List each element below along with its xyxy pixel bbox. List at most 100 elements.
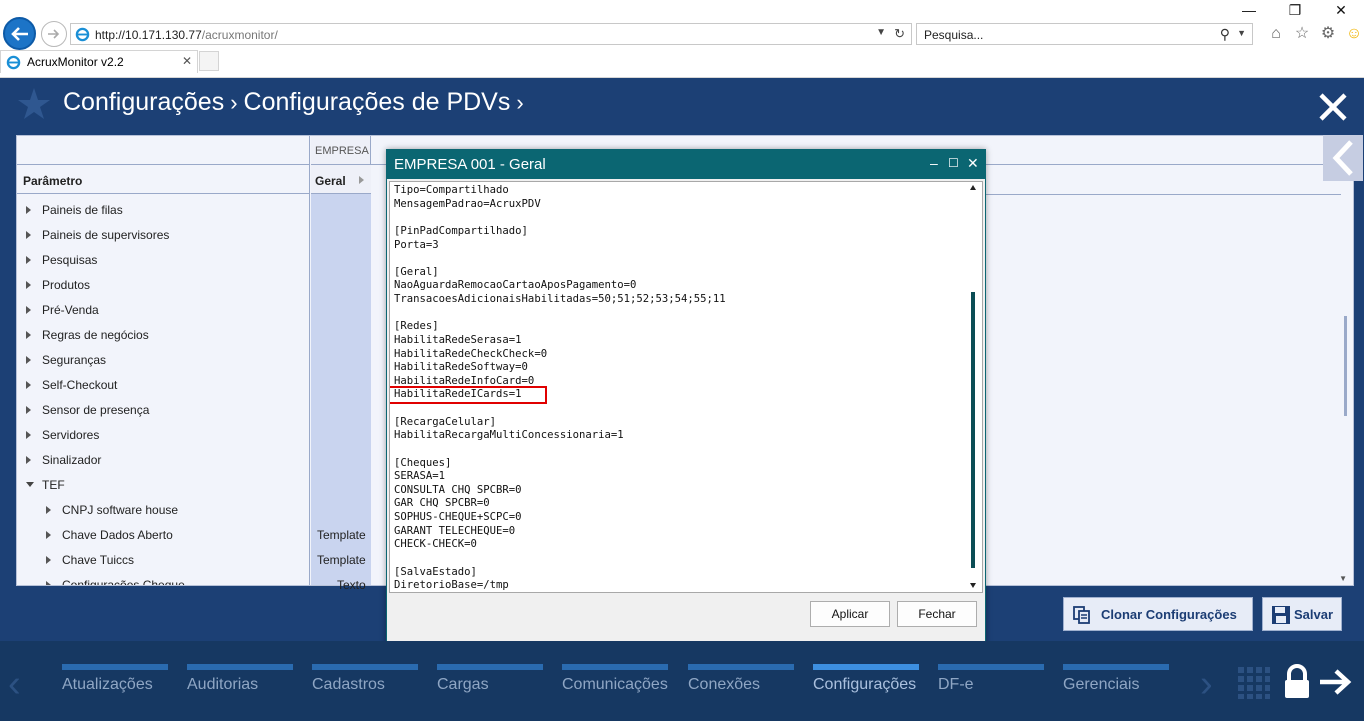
scroll-up-icon[interactable] [970, 185, 976, 190]
tree-item[interactable]: TEF [17, 473, 309, 498]
refresh-icon[interactable]: ↻ [894, 26, 905, 42]
tree-item[interactable]: Pré-Venda [17, 298, 309, 323]
tree-item[interactable]: Servidores [17, 423, 309, 448]
breadcrumb-item[interactable]: Configurações [63, 88, 224, 116]
address-bar[interactable]: http://10.171.130.77/acruxmonitor/ ▼ ↻ [70, 23, 912, 45]
forward-button[interactable] [41, 21, 67, 47]
nav-item[interactable]: Auditorias [187, 664, 293, 704]
nav-item[interactable]: DF-e [938, 664, 1044, 704]
search-icon[interactable]: ⚲ [1220, 26, 1230, 43]
tree-item-label: Chave Tuiccs [62, 553, 135, 567]
favorites-star-icon[interactable]: ☆ [1292, 24, 1312, 44]
nav-item-bar [688, 664, 794, 670]
nav-item[interactable]: Configurações [813, 664, 919, 704]
address-dropdown-icon[interactable]: ▼ [876, 27, 886, 38]
tree-item[interactable]: Paineis de supervisores [17, 223, 309, 248]
scrollbar-thumb[interactable] [971, 292, 975, 568]
chevron-right-icon[interactable] [26, 206, 31, 214]
geral-column-header[interactable]: Geral [311, 164, 371, 194]
close-dialog-button[interactable]: Fechar [897, 601, 977, 627]
nav-item[interactable]: Cargas [437, 664, 543, 704]
grid-icon[interactable] [1238, 667, 1270, 699]
scroll-down-icon[interactable] [970, 583, 976, 588]
chevron-right-icon[interactable] [46, 556, 51, 564]
chevron-right-icon[interactable] [46, 506, 51, 514]
restore-icon[interactable]: ❐ [1272, 0, 1318, 20]
chevron-right-icon[interactable] [46, 581, 51, 585]
window-close-icon[interactable]: ✕ [1318, 0, 1364, 20]
nav-item[interactable]: Gerenciais [1063, 664, 1169, 704]
tree-item[interactable]: Chave Dados Aberto [17, 523, 309, 548]
chevron-right-icon[interactable] [26, 306, 31, 314]
chevron-right-icon[interactable] [26, 431, 31, 439]
value-cell[interactable]: Template [317, 553, 366, 567]
gear-icon[interactable]: ⚙ [1318, 24, 1338, 44]
tree-item[interactable]: Sinalizador [17, 448, 309, 473]
value-cell[interactable]: Template [317, 528, 366, 542]
chevron-right-icon[interactable] [26, 281, 31, 289]
tree-item[interactable]: Chave Tuiccs [17, 548, 309, 573]
chevron-right-icon[interactable] [26, 231, 31, 239]
chevron-right-icon[interactable] [26, 456, 31, 464]
maximize-icon[interactable]: ☐ [948, 156, 959, 170]
textarea-scrollbar[interactable] [967, 182, 981, 592]
scroll-down-icon[interactable]: ▼ [1339, 574, 1347, 583]
apply-button[interactable]: Aplicar [810, 601, 890, 627]
chevron-right-icon[interactable] [26, 256, 31, 264]
ie-logo-icon [75, 27, 90, 42]
tree-item[interactable]: Seguranças [17, 348, 309, 373]
close-icon[interactable] [1318, 92, 1348, 122]
tree-item-label: TEF [42, 478, 65, 492]
nav-item[interactable]: Cadastros [312, 664, 418, 704]
tree-item[interactable]: Paineis de filas [17, 198, 309, 223]
tab-close-icon[interactable]: ✕ [182, 54, 192, 68]
value-cell[interactable]: Texto [337, 578, 366, 592]
tree-item[interactable]: Regras de negócios [17, 323, 309, 348]
tree-item-label: Paineis de filas [42, 203, 123, 217]
tree-item[interactable]: Pesquisas [17, 248, 309, 273]
feedback-smiley-icon[interactable]: ☺ [1344, 24, 1364, 44]
collapse-panel-button[interactable] [1323, 135, 1363, 181]
tree-item-label: Pré-Venda [42, 303, 99, 317]
config-textarea[interactable]: Tipo=Compartilhado MensagemPadrao=AcruxP… [389, 181, 983, 593]
tree-item[interactable]: CNPJ software house [17, 498, 309, 523]
nav-prev-icon[interactable]: ‹ [8, 663, 21, 706]
nav-item-bar [938, 664, 1044, 670]
clone-config-button[interactable]: Clonar Configurações [1063, 597, 1253, 631]
nav-item[interactable]: Conexões [688, 664, 794, 704]
minimize-icon[interactable]: – [930, 155, 938, 171]
ie-logo-icon [6, 55, 21, 70]
breadcrumb-item[interactable]: Configurações de PDVs [244, 88, 511, 116]
close-icon[interactable]: ✕ [967, 155, 979, 172]
new-tab-button[interactable] [199, 51, 219, 71]
dialog-titlebar[interactable]: EMPRESA 001 - Geral – ☐ ✕ [387, 150, 985, 179]
chevron-right-icon[interactable] [26, 356, 31, 364]
search-dropdown-icon[interactable]: ▼ [1237, 28, 1246, 38]
chevron-right-icon[interactable] [26, 331, 31, 339]
tree-item-label: CNPJ software house [62, 503, 179, 517]
tree-item[interactable]: Produtos [17, 273, 309, 298]
nav-next-icon[interactable]: › [1200, 663, 1213, 706]
chevron-down-icon[interactable] [26, 482, 34, 487]
nav-item[interactable]: Comunicações [562, 664, 668, 704]
dialog-title: EMPRESA 001 - Geral [394, 156, 546, 173]
nav-item[interactable]: Atualizações [62, 664, 168, 704]
save-button[interactable]: Salvar [1262, 597, 1342, 631]
tree-item-label: Chave Dados Aberto [62, 528, 173, 542]
lock-icon[interactable] [1282, 664, 1312, 700]
scrollbar[interactable] [1344, 316, 1347, 416]
chevron-right-icon[interactable] [26, 381, 31, 389]
minimize-icon[interactable]: — [1226, 0, 1272, 20]
tree-item[interactable]: Self-Checkout [17, 373, 309, 398]
empresa-column-header[interactable]: EMPRESA [311, 136, 371, 164]
chevron-right-icon[interactable] [26, 406, 31, 414]
tree-item[interactable]: Configurações Cheque [17, 573, 309, 585]
back-button[interactable] [3, 17, 36, 50]
chevron-right-icon[interactable] [46, 531, 51, 539]
config-dialog: EMPRESA 001 - Geral – ☐ ✕ Tipo=Compartil… [386, 149, 986, 647]
browser-tab[interactable]: AcruxMonitor v2.2 ✕ [0, 50, 198, 73]
search-input[interactable]: Pesquisa... ⚲ ▼ [916, 23, 1253, 45]
home-icon[interactable]: ⌂ [1266, 24, 1286, 44]
tree-item[interactable]: Sensor de presença [17, 398, 309, 423]
exit-arrow-icon[interactable] [1318, 668, 1352, 696]
